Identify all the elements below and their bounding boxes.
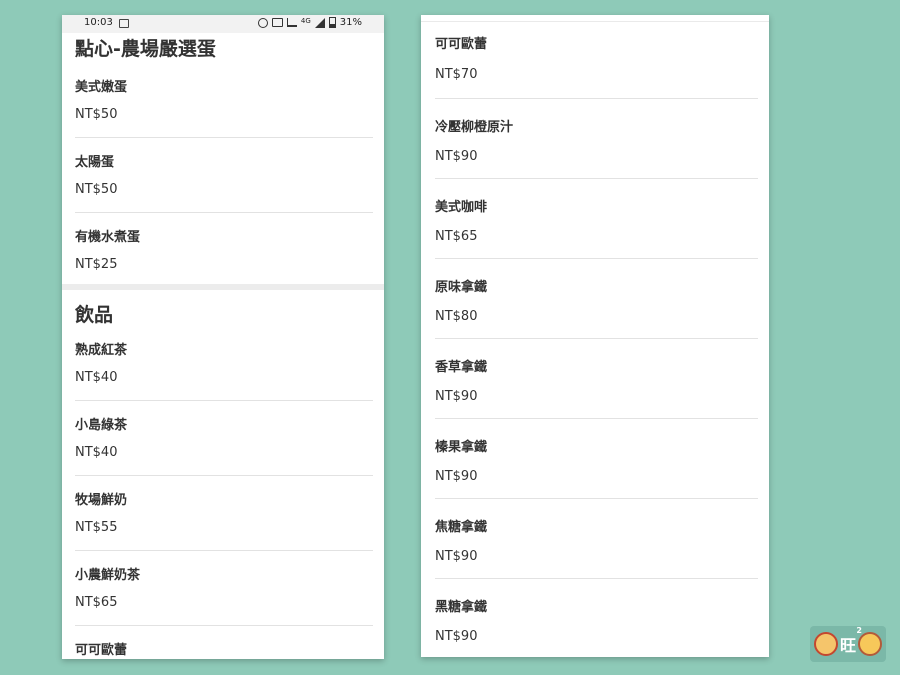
item-name: 可可歐蕾 bbox=[435, 37, 488, 52]
menu-item[interactable]: 太陽蛋 NT$50 bbox=[75, 138, 373, 213]
status-bar: 10:03 4G 31% bbox=[62, 15, 384, 33]
item-name: 香草拿鐵 bbox=[435, 360, 488, 375]
item-name: 可可歐蕾 bbox=[75, 643, 128, 658]
item-name: 冷壓柳橙原汁 bbox=[435, 120, 514, 135]
item-price: NT$65 bbox=[75, 595, 118, 610]
menu-item[interactable]: 小島綠茶 NT$40 bbox=[75, 401, 373, 476]
item-price: NT$90 bbox=[435, 149, 478, 164]
left-phone-screen: 10:03 4G 31% 點心-農場嚴選蛋 美式嫩蛋 NT$50 太陽蛋 NT$… bbox=[62, 15, 384, 659]
cast-icon bbox=[286, 18, 297, 27]
section-title-eggs: 點心-農場嚴選蛋 bbox=[75, 38, 216, 60]
item-price: NT$70 bbox=[435, 67, 478, 82]
item-name: 有機水煮蛋 bbox=[75, 230, 141, 245]
item-price: NT$90 bbox=[435, 549, 478, 564]
item-price: NT$25 bbox=[75, 257, 118, 272]
menu-item[interactable]: 香草拿鐵 NT$90 bbox=[435, 339, 758, 419]
menu-item[interactable]: 有機水煮蛋 NT$25 bbox=[75, 213, 373, 284]
menu-item[interactable]: 美式咖啡 NT$65 bbox=[435, 179, 758, 259]
item-price: NT$80 bbox=[435, 309, 478, 324]
item-price: NT$65 bbox=[435, 229, 478, 244]
item-price: NT$40 bbox=[75, 445, 118, 460]
item-name: 美式咖啡 bbox=[435, 200, 488, 215]
section-divider bbox=[62, 284, 384, 290]
item-name: 美式嫩蛋 bbox=[75, 80, 128, 95]
menu-item[interactable]: 冷壓柳橙原汁 NT$90 bbox=[435, 99, 758, 179]
menu-item[interactable]: 可可歐蕾 NT$70 bbox=[435, 22, 758, 99]
menu-item[interactable]: 可可歐蕾 bbox=[75, 626, 373, 659]
status-icons: 4G 31% bbox=[257, 16, 362, 28]
menu-item[interactable]: 焦糖拿鐵 NT$90 bbox=[435, 499, 758, 579]
girl-face-icon bbox=[813, 632, 838, 656]
signal-icon bbox=[314, 17, 325, 28]
logo-char: 旺 bbox=[839, 636, 856, 655]
menu-item[interactable]: 牧場鮮奶 NT$55 bbox=[75, 476, 373, 551]
battery-icon bbox=[328, 17, 336, 28]
menu-item[interactable]: 熟成紅茶 NT$40 bbox=[75, 326, 373, 401]
alarm-icon bbox=[257, 17, 268, 28]
item-price: NT$55 bbox=[75, 520, 118, 535]
menu-item[interactable]: 黑糖拿鐵 NT$90 bbox=[435, 579, 758, 657]
item-name: 牧場鮮奶 bbox=[75, 493, 128, 508]
menu-item[interactable]: 美式嫩蛋 NT$50 bbox=[75, 63, 373, 138]
item-price: NT$90 bbox=[435, 469, 478, 484]
menu-item[interactable]: 原味拿鐵 NT$80 bbox=[435, 259, 758, 339]
item-name: 小島綠茶 bbox=[75, 418, 128, 433]
item-name: 黑糖拿鐵 bbox=[435, 600, 488, 615]
item-name: 原味拿鐵 bbox=[435, 280, 488, 295]
item-price: NT$90 bbox=[435, 389, 478, 404]
item-price: NT$40 bbox=[75, 370, 118, 385]
menu-list-drinks: 熟成紅茶 NT$40 小島綠茶 NT$40 牧場鮮奶 NT$55 小農鮮奶茶 N… bbox=[75, 326, 373, 659]
item-price: NT$90 bbox=[435, 629, 478, 644]
item-name: 焦糖拿鐵 bbox=[435, 520, 488, 535]
item-name: 熟成紅茶 bbox=[75, 343, 128, 358]
status-time: 10:03 bbox=[84, 17, 113, 28]
logo-superscript: 2 bbox=[856, 626, 862, 635]
menu-list-eggs: 美式嫩蛋 NT$50 太陽蛋 NT$50 有機水煮蛋 NT$25 bbox=[75, 63, 373, 284]
right-phone-screen: 可可歐蕾 NT$70 冷壓柳橙原汁 NT$90 美式咖啡 NT$65 原味拿鐵 … bbox=[421, 15, 769, 657]
watermark-logo: 旺 2 bbox=[810, 626, 886, 662]
network-label: 4G bbox=[300, 16, 311, 25]
vibrate-icon bbox=[271, 18, 283, 27]
menu-item[interactable]: 榛果拿鐵 NT$90 bbox=[435, 419, 758, 499]
image-icon bbox=[119, 19, 129, 28]
top-divider bbox=[421, 15, 769, 22]
battery-percent: 31% bbox=[339, 17, 362, 28]
logo-text: 旺 2 bbox=[839, 626, 862, 656]
menu-item[interactable]: 小農鮮奶茶 NT$65 bbox=[75, 551, 373, 626]
item-name: 太陽蛋 bbox=[75, 155, 115, 170]
item-name: 榛果拿鐵 bbox=[435, 440, 488, 455]
boy-face-icon bbox=[858, 632, 882, 656]
item-price: NT$50 bbox=[75, 107, 118, 122]
item-price: NT$50 bbox=[75, 182, 118, 197]
menu-list-drinks-continued: 可可歐蕾 NT$70 冷壓柳橙原汁 NT$90 美式咖啡 NT$65 原味拿鐵 … bbox=[435, 22, 758, 657]
item-name: 小農鮮奶茶 bbox=[75, 568, 141, 583]
